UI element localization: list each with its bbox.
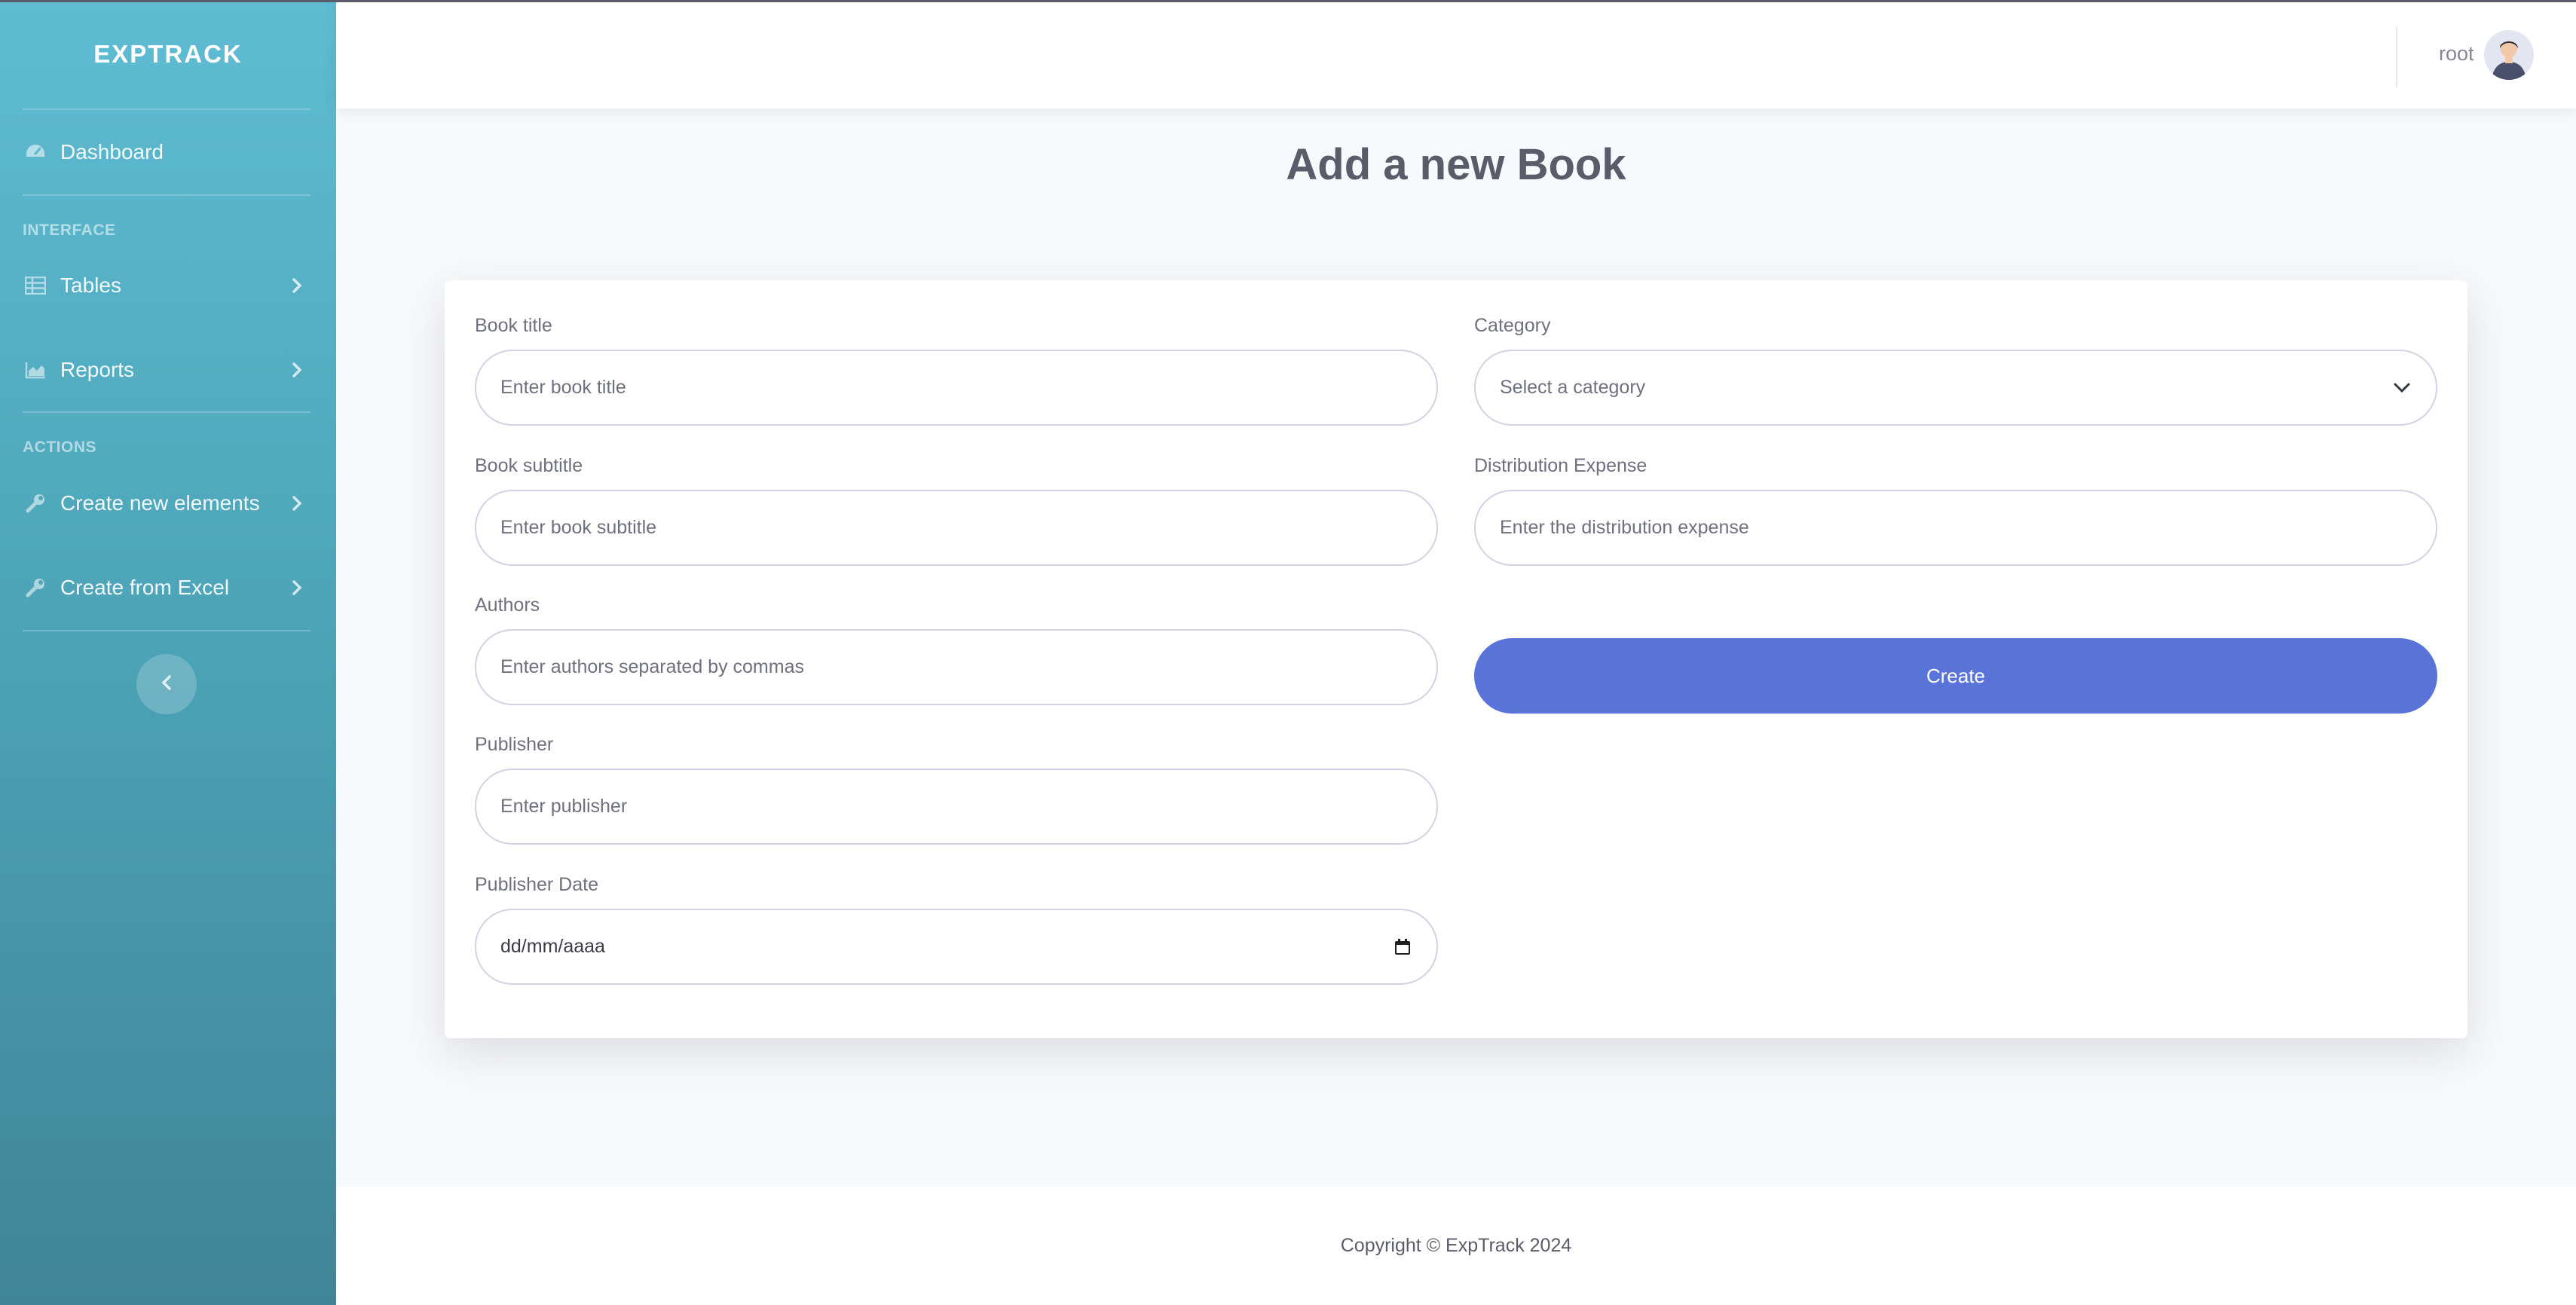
publisher-date-input[interactable]: dd/mm/aaaa bbox=[475, 909, 1438, 985]
avatar[interactable] bbox=[2484, 30, 2534, 80]
sidebar-item-tables[interactable]: Tables bbox=[0, 248, 336, 323]
chevron-right-icon bbox=[288, 494, 306, 512]
chevron-right-icon bbox=[288, 579, 306, 597]
publisher-label: Publisher bbox=[475, 734, 554, 755]
sidebar-toggle-button[interactable] bbox=[136, 654, 197, 714]
page-title: Add a new Book bbox=[1286, 140, 1626, 189]
wrench-icon bbox=[24, 576, 47, 599]
window-top-border bbox=[0, 0, 2576, 2]
user-name[interactable]: root bbox=[2439, 42, 2474, 66]
sidebar-item-create-from-excel[interactable]: Create from Excel bbox=[0, 550, 336, 625]
book-subtitle-input[interactable] bbox=[475, 490, 1438, 566]
book-subtitle-label: Book subtitle bbox=[475, 455, 583, 476]
sidebar-item-label: Tables bbox=[60, 274, 121, 297]
date-format-text: dd/mm/aaaa bbox=[500, 936, 605, 957]
chart-area-icon bbox=[24, 359, 47, 381]
category-select[interactable]: Select a category bbox=[1474, 350, 2437, 426]
calendar-icon[interactable] bbox=[1391, 936, 1414, 958]
sidebar-heading-actions: ACTIONS bbox=[23, 439, 96, 456]
book-title-label: Book title bbox=[475, 315, 552, 336]
sidebar-divider bbox=[23, 630, 311, 631]
sidebar-divider bbox=[23, 108, 311, 110]
wrench-icon bbox=[24, 492, 47, 515]
tachometer-icon bbox=[24, 141, 47, 164]
sidebar-divider bbox=[23, 411, 311, 413]
sidebar-item-dashboard[interactable]: Dashboard bbox=[0, 115, 336, 190]
sidebar-item-label: Create from Excel bbox=[60, 576, 230, 599]
sidebar-item-label: Create new elements bbox=[60, 491, 260, 515]
chevron-left-icon bbox=[161, 674, 172, 695]
authors-label: Authors bbox=[475, 594, 540, 616]
distribution-expense-label: Distribution Expense bbox=[1474, 455, 1647, 476]
sidebar: EXPTRACK Dashboard INTERFACE Tables Repo… bbox=[0, 0, 336, 1305]
sidebar-item-label: Reports bbox=[60, 358, 135, 381]
distribution-expense-input[interactable] bbox=[1474, 490, 2437, 566]
create-button[interactable]: Create bbox=[1474, 638, 2437, 714]
chevron-right-icon bbox=[288, 277, 306, 295]
footer: Copyright © ExpTrack 2024 bbox=[336, 1187, 2576, 1305]
brand-logo[interactable]: EXPTRACK bbox=[0, 0, 336, 108]
sidebar-heading-interface: INTERFACE bbox=[23, 222, 116, 239]
add-book-form-card: Book title Book subtitle Authors Publish… bbox=[445, 280, 2467, 1038]
category-label: Category bbox=[1474, 315, 1551, 336]
chevron-right-icon bbox=[288, 361, 306, 379]
publisher-input[interactable] bbox=[475, 769, 1438, 845]
sidebar-item-reports[interactable]: Reports bbox=[0, 332, 336, 408]
sidebar-item-create-new-elements[interactable]: Create new elements bbox=[0, 466, 336, 541]
sidebar-divider bbox=[23, 194, 311, 196]
copyright-text: Copyright © ExpTrack 2024 bbox=[1340, 1235, 1572, 1256]
topbar: root bbox=[336, 0, 2576, 108]
topbar-divider bbox=[2396, 27, 2397, 87]
publisher-date-label: Publisher Date bbox=[475, 874, 598, 895]
book-title-input[interactable] bbox=[475, 350, 1438, 426]
chevron-down-icon bbox=[2391, 377, 2413, 399]
category-selected-value: Select a category bbox=[1500, 377, 1646, 398]
sidebar-item-label: Dashboard bbox=[60, 140, 164, 164]
authors-input[interactable] bbox=[475, 629, 1438, 705]
table-icon bbox=[24, 274, 47, 297]
